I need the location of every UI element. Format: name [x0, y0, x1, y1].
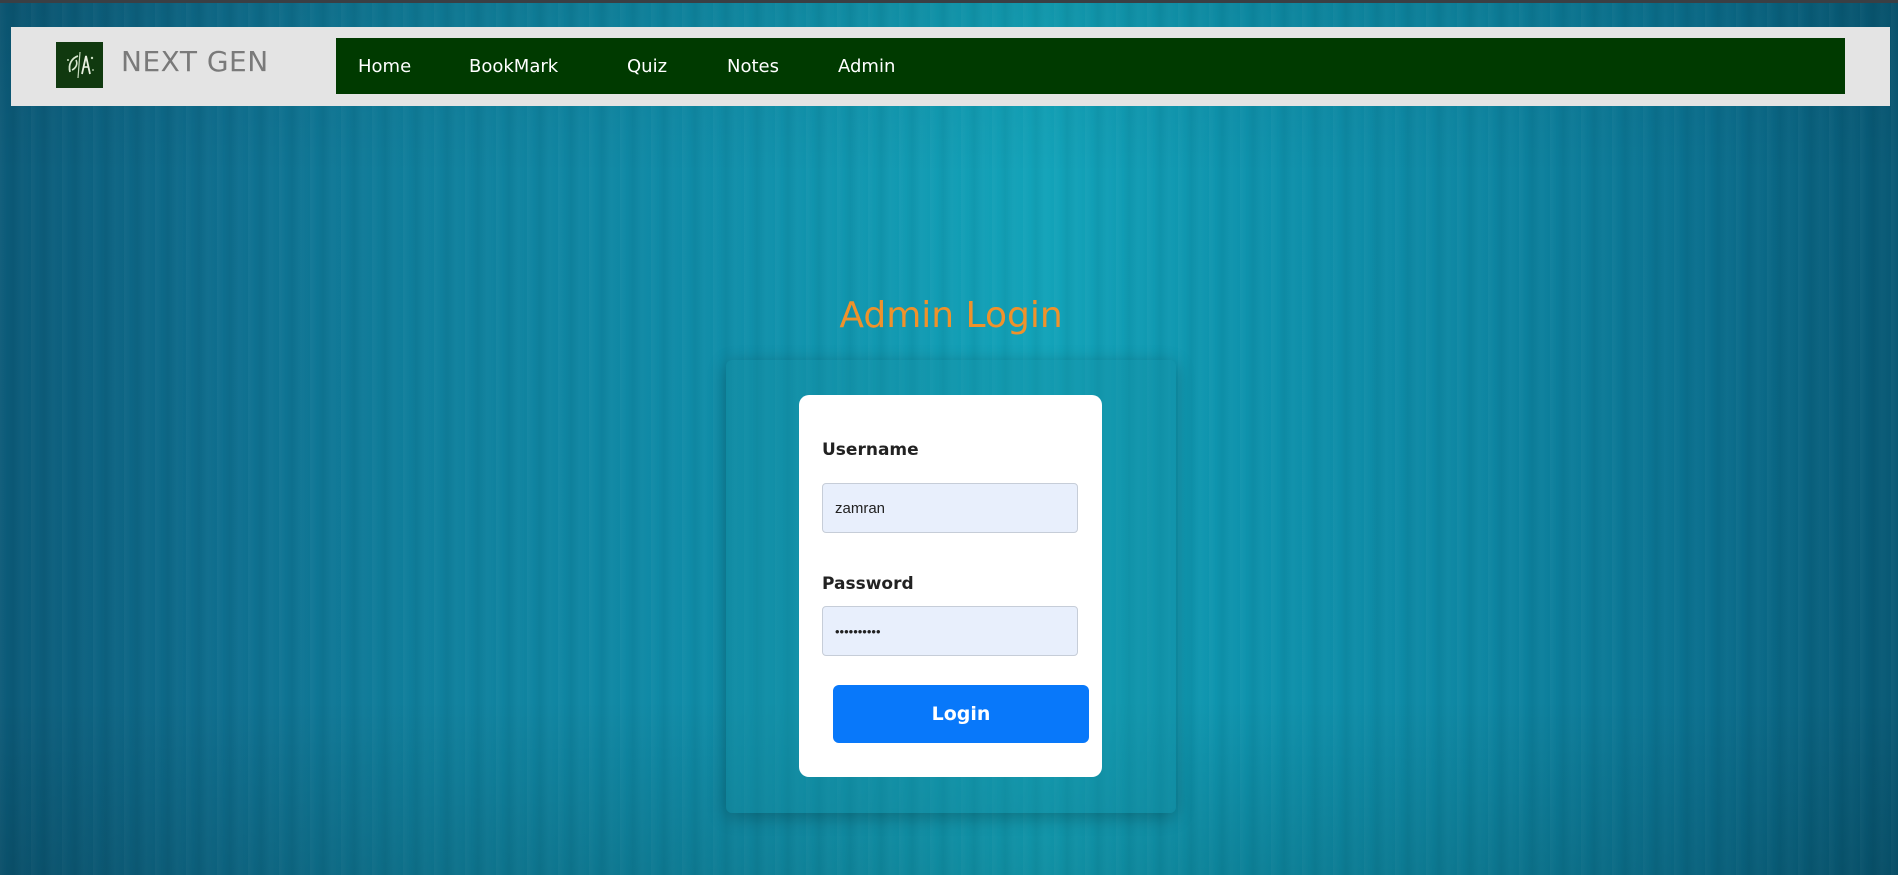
brand-name[interactable]: NEXT GEN	[121, 45, 269, 78]
plant-logo-icon[interactable]	[56, 42, 103, 88]
password-label: Password	[822, 574, 914, 594]
main-nav: Home BookMark Quiz Notes Admin	[336, 38, 1845, 94]
page-background: NEXT GEN Home BookMark Quiz Notes Admin …	[0, 0, 1898, 875]
username-label: Username	[822, 440, 919, 460]
nav-item-bookmark[interactable]: BookMark	[469, 56, 558, 77]
nav-item-notes[interactable]: Notes	[727, 56, 779, 77]
nav-item-quiz[interactable]: Quiz	[627, 56, 667, 77]
page-title: Admin Login	[839, 295, 1063, 336]
nav-item-admin[interactable]: Admin	[838, 56, 895, 77]
username-input[interactable]: zamran	[822, 483, 1078, 533]
nav-item-home[interactable]: Home	[358, 56, 411, 77]
login-button[interactable]: Login	[833, 685, 1089, 743]
login-card: Username zamran Password •••••••••• Logi…	[799, 395, 1102, 777]
password-input[interactable]: ••••••••••	[822, 606, 1078, 656]
header-bar: NEXT GEN Home BookMark Quiz Notes Admin	[11, 27, 1890, 106]
top-edge	[0, 0, 1898, 3]
